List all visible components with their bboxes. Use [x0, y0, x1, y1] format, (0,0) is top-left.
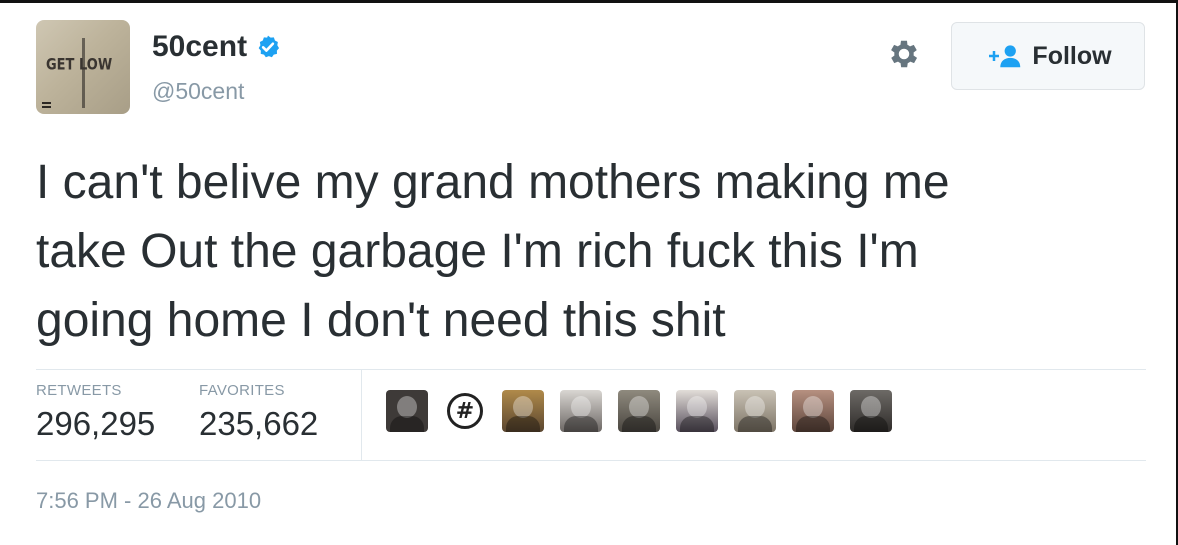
top-border	[0, 0, 1178, 3]
tweet-header: GET LOW 50cent @50cent Follow	[36, 20, 1148, 120]
retweets-count: 296,295	[36, 405, 156, 442]
follow-label: Follow	[1032, 41, 1112, 70]
avatar-thumb[interactable]	[850, 390, 892, 432]
display-name[interactable]: 50cent	[152, 30, 247, 64]
favorites-stat[interactable]: FAVORITES 235,662	[199, 382, 318, 443]
avatar-thumb[interactable]	[734, 390, 776, 432]
retweets-label: RETWEETS	[36, 382, 122, 399]
user-handle[interactable]: @50cent	[152, 78, 244, 105]
avatar-mark	[42, 102, 51, 104]
favorites-label: FAVORITES	[199, 382, 285, 399]
verified-badge-icon	[258, 35, 280, 58]
divider-bottom	[36, 460, 1146, 461]
avatar-thumb[interactable]	[676, 390, 718, 432]
avatar-mark	[42, 106, 51, 108]
tweet-timestamp[interactable]: 7:56 PM - 26 Aug 2010	[36, 488, 261, 514]
hash-icon: #	[447, 393, 483, 429]
tweet-line: going home I don't need this shit	[36, 294, 726, 347]
favorites-count: 235,662	[199, 405, 319, 442]
avatar-thumb[interactable]	[560, 390, 602, 432]
gear-icon[interactable]	[886, 36, 922, 72]
avatar-thumb[interactable]: #	[444, 390, 486, 432]
add-user-icon	[989, 45, 1021, 68]
stats-separator	[361, 370, 362, 460]
tweet-text: I can't belive my grand mothers making m…	[36, 148, 1146, 355]
follow-button[interactable]: Follow	[951, 22, 1145, 90]
name-row: 50cent	[152, 30, 281, 64]
avatar-logo-text: GET LOW	[46, 56, 113, 75]
avatar-thumb[interactable]	[386, 390, 428, 432]
divider-top	[36, 369, 1146, 370]
avatar[interactable]: GET LOW	[36, 20, 130, 114]
avatar-thumb[interactable]	[792, 390, 834, 432]
retweets-stat[interactable]: RETWEETS 296,295	[36, 382, 155, 443]
avatar-thumb[interactable]	[618, 390, 660, 432]
favorited-by-avatars: #	[386, 390, 908, 432]
avatar-thumb[interactable]	[502, 390, 544, 432]
tweet-line: take Out the garbage I'm rich fuck this …	[36, 225, 919, 278]
tweet-line: I can't belive my grand mothers making m…	[36, 156, 950, 209]
